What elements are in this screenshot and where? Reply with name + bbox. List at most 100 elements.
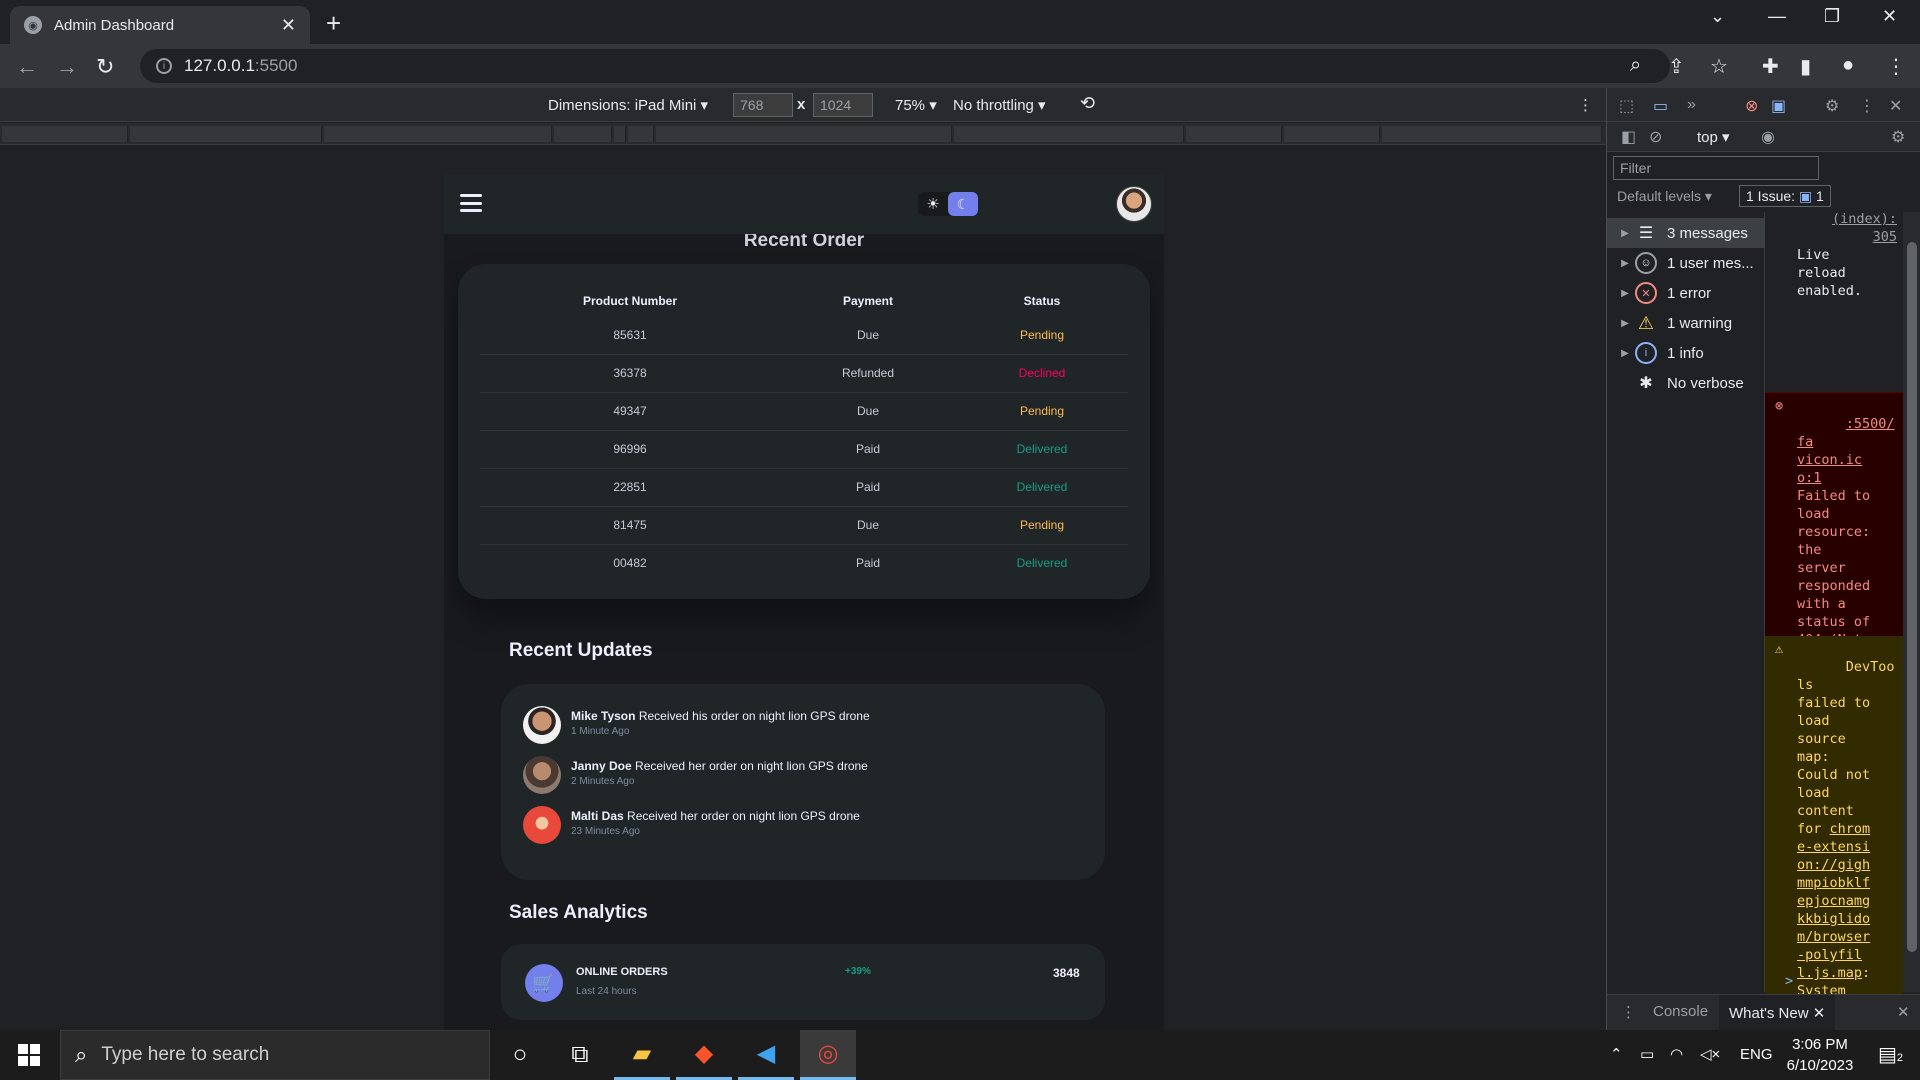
restore-button[interactable]: ❐ (1824, 6, 1840, 27)
windows-start-icon[interactable] (18, 1044, 40, 1066)
settings-gear-icon[interactable]: ⚙ (1825, 96, 1839, 116)
sales-analytics-title: Sales Analytics (509, 902, 648, 923)
file-explorer-icon[interactable]: ▰ (614, 1030, 670, 1080)
sidebar-item-warnings[interactable]: ▶ ⚠ 1 warning (1607, 308, 1765, 338)
close-drawer-icon[interactable]: ✕ (1897, 1003, 1910, 1021)
error-icon: ⊗ (1775, 398, 1784, 414)
bookmark-star-icon[interactable]: ☆ (1710, 54, 1728, 79)
live-expression-eye-icon[interactable]: ◉ (1761, 127, 1775, 147)
log-text: Live reload enabled. (1797, 247, 1863, 299)
profile-avatar[interactable] (1116, 186, 1152, 222)
zoom-icon[interactable]: ⌕ (1630, 54, 1641, 77)
clear-console-icon[interactable]: ⊘ (1649, 127, 1662, 147)
sidebar-item-errors[interactable]: ▶ ✕ 1 error (1607, 278, 1765, 308)
notifications-icon[interactable]: ▤2 (1878, 1042, 1903, 1067)
device-dimensions-select[interactable]: Dimensions: iPad Mini ▾ (548, 96, 708, 114)
zoom-select[interactable]: 75% ▾ (895, 96, 937, 114)
device-more-icon[interactable]: ⋮ (1578, 96, 1593, 114)
share-icon[interactable]: ⇪ (1668, 54, 1685, 79)
order-payment-cell: Due (780, 316, 956, 355)
sidebar-item-user-messages[interactable]: ▶ ☺ 1 user mes... (1607, 248, 1765, 278)
close-window-button[interactable]: ✕ (1882, 6, 1897, 27)
media-query-ruler[interactable] (0, 123, 1606, 145)
taskbar-clock[interactable]: 3:06 PM 6/10/2023 (1772, 1034, 1868, 1076)
console-settings-icon[interactable]: ⚙ (1891, 127, 1905, 147)
volume-muted-icon[interactable]: ◁× (1700, 1045, 1720, 1063)
close-tab-icon[interactable]: ✕ (281, 15, 296, 36)
tray-chevron-icon[interactable]: ⌃ (1610, 1045, 1623, 1063)
console-scrollbar[interactable] (1903, 212, 1920, 992)
moon-icon[interactable]: ☾ (948, 192, 978, 216)
warning-source-link[interactable]: chrom e-extensi on://gigh mmpiobklf epjo… (1797, 821, 1870, 981)
update-item: Mike Tyson Received his order on night l… (523, 706, 870, 744)
address-bar[interactable]: i 127.0.0.1:5500 (140, 49, 1670, 83)
close-devtools-icon[interactable]: ✕ (1889, 96, 1902, 116)
chrome-icon[interactable]: ◎ (800, 1030, 856, 1080)
language-indicator[interactable]: ENG (1740, 1046, 1773, 1063)
page-header: ☀ ☾ (444, 174, 1164, 234)
brave-browser-icon[interactable]: ◆ (676, 1030, 732, 1080)
throttling-select[interactable]: No throttling ▾ (953, 96, 1046, 114)
menu-hamburger-icon[interactable] (460, 194, 482, 212)
clock-date: 6/10/2023 (1786, 1057, 1854, 1074)
order-number-cell: 85631 (480, 316, 780, 355)
sidebar-toggle-icon[interactable]: ◧ (1621, 127, 1636, 147)
devtools-drawer: ⋮ Console What's New ✕ ✕ (1607, 994, 1920, 1031)
url-text: 127.0.0.1:5500 (184, 56, 298, 75)
issues-count-icon[interactable]: ▣ (1771, 96, 1786, 116)
drawer-tab-console[interactable]: Console (1653, 1003, 1708, 1020)
devtools-menu-icon[interactable]: ⋮ (1859, 96, 1875, 116)
taskbar-search[interactable]: ⌕ Type here to search (60, 1030, 490, 1080)
sidebar-item-info[interactable]: ▶ i 1 info (1607, 338, 1765, 368)
sidebar-item-messages[interactable]: ▶ ☰ 3 messages (1607, 218, 1765, 248)
device-toggle-icon[interactable]: ▭ (1653, 96, 1668, 116)
sun-icon[interactable]: ☀ (918, 192, 948, 216)
error-source-link[interactable]: :5500/fa vicon.ic o:1 (1797, 416, 1895, 486)
new-tab-button[interactable]: + (326, 8, 341, 39)
menu-icon[interactable]: ⋮ (1886, 54, 1906, 79)
more-panels-icon[interactable]: » (1687, 96, 1696, 114)
task-view-icon[interactable]: ⧉ (552, 1030, 608, 1080)
back-button[interactable]: ← (16, 54, 38, 80)
recent-orders-card: Product Number Payment Status 85631 Due Pe… (458, 264, 1150, 599)
inspect-element-icon[interactable]: ⬚ (1619, 96, 1634, 116)
source-link[interactable]: (index): 305 (1797, 210, 1897, 246)
minimize-button[interactable]: — (1768, 6, 1786, 27)
cortana-icon[interactable]: ○ (492, 1030, 548, 1080)
extensions-icon[interactable]: ✚ (1762, 54, 1779, 79)
console-toolbar: ◧ ⊘ top ▾ ◉ ⚙ (1607, 122, 1920, 152)
tab-search-icon[interactable]: ⌄ (1710, 6, 1725, 27)
order-payment-cell: Paid (780, 430, 956, 469)
issues-badge[interactable]: 1 Issue: ▣ 1 (1739, 185, 1831, 207)
theme-toggle[interactable]: ☀ ☾ (918, 192, 978, 216)
sidebar-item-verbose[interactable]: ✱ No verbose (1607, 368, 1765, 398)
table-row: 36378 Refunded Declined (480, 354, 1128, 393)
reload-button[interactable]: ↻ (96, 54, 114, 80)
device-width-input[interactable]: 768 (733, 93, 793, 117)
drawer-tab-whats-new[interactable]: What's New ✕ (1719, 995, 1836, 1031)
forward-button[interactable]: → (56, 54, 78, 80)
log-levels-select[interactable]: Default levels ▾ (1617, 188, 1712, 205)
drawer-menu-icon[interactable]: ⋮ (1621, 1003, 1636, 1021)
vscode-icon[interactable]: ◀ (738, 1030, 794, 1080)
error-count-icon[interactable]: ⊗ (1745, 96, 1758, 116)
rotate-icon[interactable]: ⟲ (1080, 93, 1095, 114)
update-time: 1 Minute Ago (571, 726, 630, 737)
site-info-icon[interactable]: i (156, 58, 172, 74)
device-height-input[interactable]: 1024 (813, 93, 873, 117)
side-panel-icon[interactable]: ▮ (1800, 54, 1811, 79)
console-prompt[interactable]: > (1785, 972, 1793, 990)
browser-tab[interactable]: ◉ Admin Dashboard ✕ (10, 6, 310, 44)
console-filter-input[interactable]: Filter (1613, 156, 1819, 180)
shopping-cart-icon: 🛒 (525, 964, 563, 1002)
browser-tab-bar: ◉ Admin Dashboard ✕ + ⌄ — ❐ ✕ (0, 0, 1920, 44)
search-placeholder: Type here to search (101, 1044, 270, 1065)
context-select[interactable]: top ▾ (1697, 128, 1730, 146)
tab-title: Admin Dashboard (54, 16, 175, 34)
profile-icon[interactable]: ● (1842, 54, 1854, 77)
error-icon: ✕ (1635, 282, 1657, 304)
wifi-icon[interactable]: ◠ (1670, 1045, 1683, 1063)
update-time: 2 Minutes Ago (571, 776, 635, 787)
update-time: 23 Minutes Ago (571, 826, 640, 837)
battery-icon[interactable]: ▭ (1640, 1045, 1654, 1063)
